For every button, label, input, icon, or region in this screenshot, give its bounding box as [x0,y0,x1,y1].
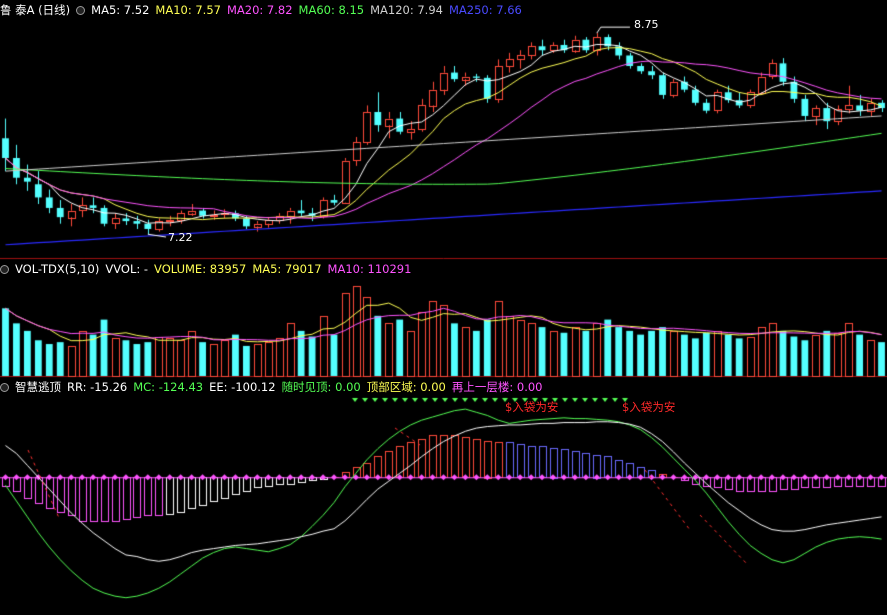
volume-indicator-name[interactable]: VOL-TDX(5,10) [15,262,99,276]
vol-ma10-value: MA10: 110291 [327,262,412,276]
vvol-value: VVOL: - [105,262,149,276]
volume-settings-icon[interactable] [0,265,9,274]
indicator-panel-header: 智慧逃顶 RR: -15.26 MC: -124.43 EE: -100.12 随时见顶… [0,379,548,395]
rr-value: RR: -15.26 [67,380,128,394]
ma250-value: MA250: 7.66 [448,3,522,17]
stock-title[interactable]: 鲁 泰A (日线) [0,3,70,17]
panel-settings-icon[interactable] [76,6,86,15]
low-price-label: 7.22 [168,231,193,244]
price-panel-header: 鲁 泰A (日线) MA5: 7.52 MA10: 7.57 MA20: 7.82 MA… [0,2,528,18]
tz-value: 顶部区域: 0.00 [366,380,446,394]
indicator-settings-icon[interactable] [0,383,9,392]
high-price-label: 8.75 [634,18,659,31]
ma60-value: MA60: 8.15 [298,3,365,17]
volume-panel-header: VOL-TDX(5,10) VVOL: - VOLUME: 83957 MA5: 79… [0,261,417,277]
ma10-value: MA10: 7.57 [155,3,221,17]
indicator-name[interactable]: 智慧逃顶 [15,380,61,394]
ma5-value: MA5: 7.52 [91,3,150,17]
ma20-value: MA20: 7.82 [226,3,293,17]
volume-value: VOLUME: 83957 [154,262,247,276]
mc-value: MC: -124.43 [133,380,204,394]
vol-ma5-value: MA5: 79017 [252,262,322,276]
sell-signal-label-1: $入袋为安 [505,400,559,414]
zs-value: 再上一层楼: 0.00 [451,380,543,394]
stock-chart-canvas[interactable] [0,0,887,615]
ma120-value: MA120: 7.94 [370,3,443,17]
sell-signal-label-2: $入袋为安 [622,400,676,414]
ss-value: 随时见顶: 0.00 [281,380,361,394]
ee-value: EE: -100.12 [209,380,276,394]
